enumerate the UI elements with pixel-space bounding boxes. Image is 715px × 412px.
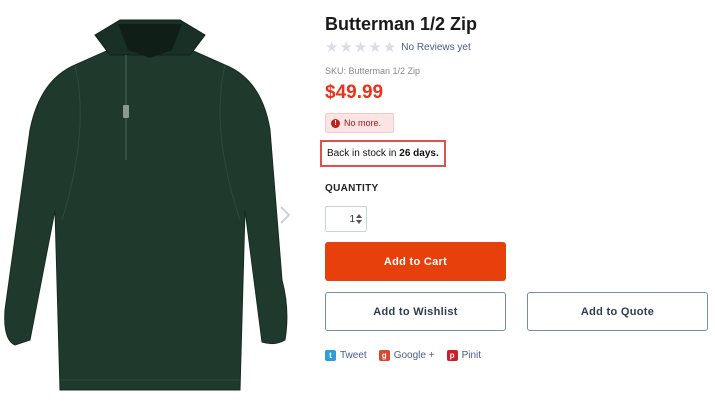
stock-alert-text: No more. <box>344 118 382 128</box>
add-to-wishlist-button[interactable]: Add to Wishlist <box>325 292 506 331</box>
rating: ★ ★ ★ ★ ★ No Reviews yet <box>325 40 471 55</box>
star-icon[interactable]: ★ <box>368 40 381 55</box>
add-to-quote-button[interactable]: Add to Quote <box>527 292 708 331</box>
restock-notice: Back in stock in 26 days. <box>320 140 446 167</box>
chevron-right-icon[interactable] <box>277 205 293 225</box>
price: $49.99 <box>325 82 384 103</box>
twitter-icon: t <box>325 350 336 361</box>
star-icon[interactable]: ★ <box>325 40 338 55</box>
star-icon[interactable]: ★ <box>354 40 367 55</box>
pinit-link[interactable]: p Pinit <box>446 350 482 361</box>
restock-prefix: Back in stock in <box>327 148 397 159</box>
pinit-label: Pinit <box>461 350 482 361</box>
quantity-value[interactable]: 1 <box>349 214 355 225</box>
share-bar: t Tweet g Google + p Pinit <box>325 350 493 361</box>
product-title: Butterman 1/2 Zip <box>325 14 478 34</box>
google-plus-icon: g <box>378 350 390 361</box>
star-icon[interactable]: ★ <box>339 40 352 55</box>
tweet-label: Tweet <box>340 350 367 361</box>
product-image <box>4 19 288 391</box>
quantity-stepper[interactable]: 1 <box>325 206 367 232</box>
google-plus-link[interactable]: g Google + <box>378 350 435 361</box>
stock-alert: ! No more. <box>325 113 394 133</box>
reviews-link[interactable]: No Reviews yet <box>401 42 470 53</box>
restock-days: 26 days. <box>399 148 439 159</box>
sku-label: SKU: Butterman 1/2 Zip <box>325 66 421 76</box>
add-to-cart-button[interactable]: Add to Cart <box>325 242 506 281</box>
spinner-icon[interactable] <box>356 213 362 225</box>
alert-icon: ! <box>331 118 340 128</box>
star-icon[interactable]: ★ <box>383 40 396 55</box>
quantity-label: QUANTITY <box>325 183 379 194</box>
pinterest-icon: p <box>446 350 458 361</box>
google-plus-label: Google + <box>393 350 435 361</box>
tweet-link[interactable]: t Tweet <box>325 350 367 361</box>
